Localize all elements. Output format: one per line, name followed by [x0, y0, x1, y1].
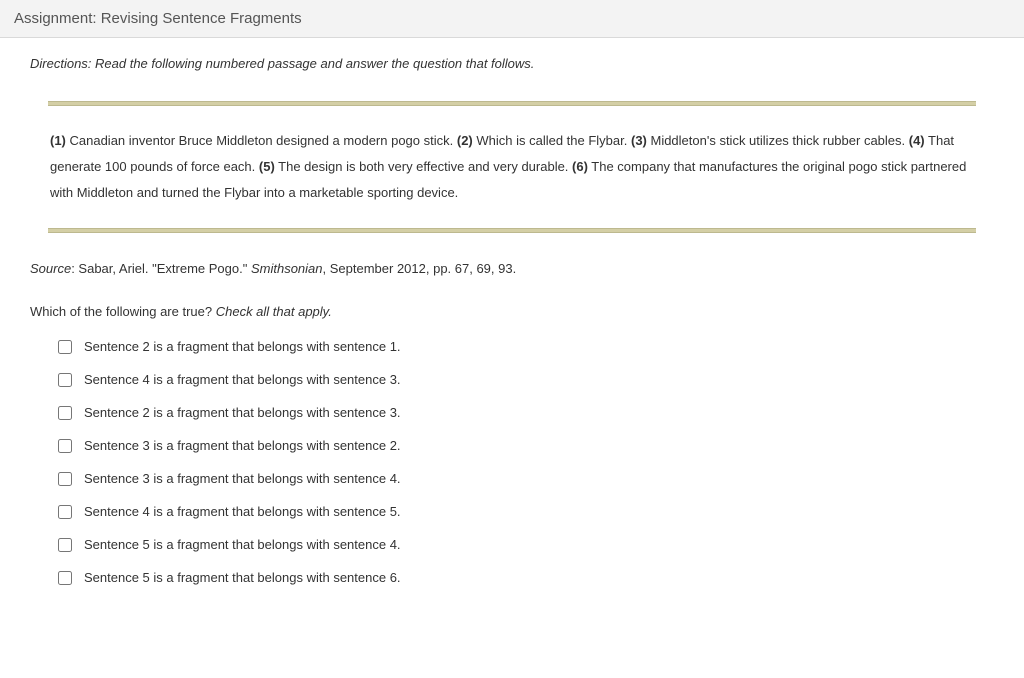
option-checkbox-5[interactable] [58, 472, 72, 486]
option-label: Sentence 2 is a fragment that belongs wi… [84, 405, 401, 420]
option-row: Sentence 5 is a fragment that belongs wi… [58, 570, 994, 585]
option-checkbox-1[interactable] [58, 340, 72, 354]
source-text-before: : Sabar, Ariel. "Extreme Pogo." [71, 261, 251, 276]
option-checkbox-7[interactable] [58, 538, 72, 552]
divider-top [48, 101, 976, 106]
option-checkbox-6[interactable] [58, 505, 72, 519]
source-text-after: , September 2012, pp. 67, 69, 93. [323, 261, 517, 276]
option-label: Sentence 3 is a fragment that belongs wi… [84, 438, 401, 453]
passage-block: (1) Canadian inventor Bruce Middleton de… [48, 101, 976, 233]
option-checkbox-4[interactable] [58, 439, 72, 453]
question-hint: Check all that apply. [216, 304, 332, 319]
sentence-number: (2) [457, 133, 473, 148]
option-row: Sentence 3 is a fragment that belongs wi… [58, 471, 994, 486]
passage-text: (1) Canadian inventor Bruce Middleton de… [50, 128, 974, 206]
directions-text: Directions: Read the following numbered … [30, 56, 994, 71]
sentence-text: Middleton's stick utilizes thick rubber … [647, 133, 909, 148]
sentence-number: (1) [50, 133, 66, 148]
option-label: Sentence 3 is a fragment that belongs wi… [84, 471, 401, 486]
option-label: Sentence 4 is a fragment that belongs wi… [84, 372, 401, 387]
source-label: Source [30, 261, 71, 276]
sentence-number: (3) [631, 133, 647, 148]
option-row: Sentence 4 is a fragment that belongs wi… [58, 504, 994, 519]
option-label: Sentence 4 is a fragment that belongs wi… [84, 504, 401, 519]
sentence-text: Canadian inventor Bruce Middleton design… [66, 133, 457, 148]
assignment-header: Assignment: Revising Sentence Fragments [0, 0, 1024, 38]
option-checkbox-8[interactable] [58, 571, 72, 585]
question-stem: Which of the following are true? Check a… [30, 304, 994, 319]
assignment-title: Assignment: Revising Sentence Fragments [14, 10, 302, 27]
option-checkbox-2[interactable] [58, 373, 72, 387]
option-label: Sentence 5 is a fragment that belongs wi… [84, 570, 401, 585]
content-area: Directions: Read the following numbered … [0, 38, 1024, 633]
sentence-number: (4) [909, 133, 925, 148]
question-text: Which of the following are true? [30, 304, 216, 319]
options-list: Sentence 2 is a fragment that belongs wi… [58, 339, 994, 585]
option-row: Sentence 4 is a fragment that belongs wi… [58, 372, 994, 387]
source-citation: Source: Sabar, Ariel. "Extreme Pogo." Sm… [30, 261, 994, 276]
sentence-text: Which is called the Flybar. [473, 133, 631, 148]
option-label: Sentence 2 is a fragment that belongs wi… [84, 339, 401, 354]
divider-bottom [48, 228, 976, 233]
sentence-number: (6) [572, 159, 588, 174]
source-italic: Smithsonian [251, 261, 323, 276]
option-label: Sentence 5 is a fragment that belongs wi… [84, 537, 401, 552]
sentence-number: (5) [259, 159, 275, 174]
option-checkbox-3[interactable] [58, 406, 72, 420]
option-row: Sentence 3 is a fragment that belongs wi… [58, 438, 994, 453]
option-row: Sentence 2 is a fragment that belongs wi… [58, 339, 994, 354]
option-row: Sentence 2 is a fragment that belongs wi… [58, 405, 994, 420]
sentence-text: The design is both very effective and ve… [275, 159, 572, 174]
option-row: Sentence 5 is a fragment that belongs wi… [58, 537, 994, 552]
